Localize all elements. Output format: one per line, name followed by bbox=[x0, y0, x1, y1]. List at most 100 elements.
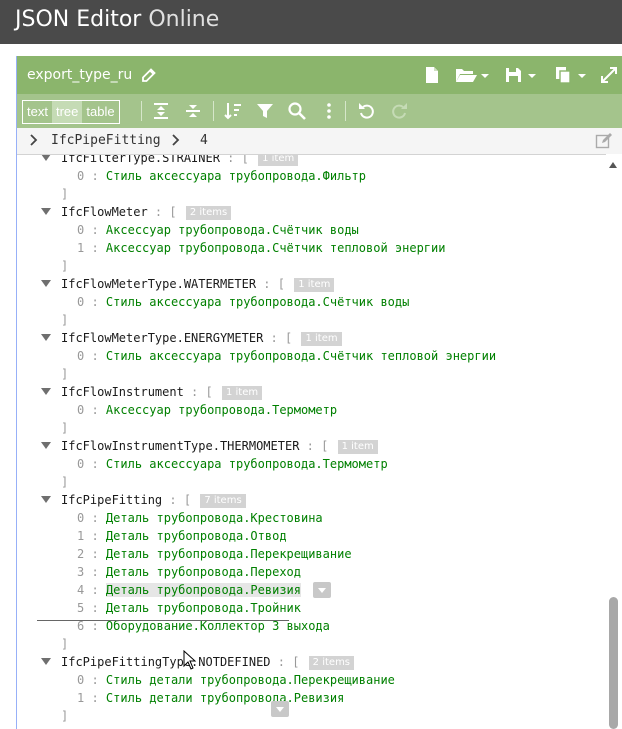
open-bracket: [ bbox=[277, 277, 285, 291]
key-separator: : bbox=[84, 457, 106, 471]
mode-switcher: text tree table bbox=[22, 100, 120, 124]
fullscreen-icon[interactable] bbox=[601, 66, 617, 84]
tree-array-item[interactable]: 5 : Деталь трубопровода.Тройник bbox=[77, 599, 301, 617]
string-value[interactable]: Стиль детали трубопровода.Ревизия bbox=[106, 691, 344, 705]
string-value[interactable]: Аксессуар трубопровода.Термометр bbox=[106, 403, 337, 417]
string-value[interactable]: Деталь трубопровода.Перекрещивание bbox=[106, 547, 352, 561]
rename-pencil-icon[interactable] bbox=[141, 67, 157, 83]
string-value[interactable]: Деталь трубопровода.Тройник bbox=[106, 601, 301, 615]
string-value[interactable]: Деталь трубопровода.Крестовина bbox=[106, 511, 323, 525]
tree-array-item[interactable]: 0 : Стиль детали трубопровода.Перекрещив… bbox=[77, 671, 395, 689]
more-vertical-icon[interactable] bbox=[319, 101, 339, 121]
tree-node-row[interactable]: IfcPipeFitting : [ 7 items bbox=[41, 491, 246, 509]
tree-node-row[interactable]: IfcFlowInstrument : [ 1 item bbox=[41, 383, 263, 401]
redo-icon[interactable] bbox=[389, 101, 409, 121]
tree-node-row[interactable]: IfcFlowMeter : [ 2 items bbox=[41, 203, 232, 221]
tree-node-row[interactable]: IfcFlowMeterType.WATERMETER : [ 1 item bbox=[41, 275, 335, 293]
toolbar-separator bbox=[213, 101, 214, 121]
chevron-right-icon[interactable] bbox=[29, 133, 39, 147]
tree-array-item[interactable]: 4 : Деталь трубопровода.Ревизия bbox=[77, 581, 331, 599]
nav-path-segment[interactable]: 4 bbox=[200, 133, 208, 148]
tree-array-item[interactable]: 1 : Аксессуар трубопровода.Счётчик тепло… bbox=[77, 239, 445, 257]
mode-tree[interactable]: tree bbox=[51, 101, 83, 123]
tree-array-item[interactable]: 0 : Стиль аксессуара трубопровода.Фильтр bbox=[77, 167, 366, 185]
string-value[interactable]: Аксессуар трубопровода.Счётчик тепловой … bbox=[106, 241, 446, 255]
expand-toggle-icon[interactable] bbox=[41, 496, 51, 503]
tree-node-row[interactable]: IfcFlowMeterType.ENERGYMETER : [ 1 item bbox=[41, 329, 342, 347]
mode-text[interactable]: text bbox=[23, 101, 52, 123]
scroll-up-arrow-icon[interactable] bbox=[609, 162, 617, 168]
close-bracket: ] bbox=[61, 421, 69, 435]
string-value[interactable]: Деталь трубопровода.Переход bbox=[106, 565, 301, 579]
open-bracket: [ bbox=[169, 205, 177, 219]
key-separator: : bbox=[84, 691, 106, 705]
tree-node-row[interactable]: IfcFlowInstrumentType.THERMOMETER : [ 1 … bbox=[41, 437, 378, 455]
field-key[interactable]: IfcFlowMeterType.ENERGYMETER bbox=[61, 331, 263, 345]
new-document-icon[interactable] bbox=[425, 66, 439, 84]
field-key[interactable]: IfcFlowInstrument bbox=[61, 385, 184, 399]
key-separator: : bbox=[147, 205, 170, 219]
expand-toggle-icon[interactable] bbox=[41, 658, 51, 665]
tree-array-item[interactable]: 1 : Стиль детали трубопровода.Ревизия bbox=[77, 689, 344, 707]
tree-node-row[interactable]: IfcFilterType.STRAINER : [ 1 item bbox=[41, 155, 299, 167]
document-name[interactable]: export_type_ru bbox=[27, 67, 132, 83]
search-icon[interactable] bbox=[287, 101, 307, 121]
expand-toggle-icon[interactable] bbox=[41, 334, 51, 341]
string-value[interactable]: Деталь трубопровода.Отвод bbox=[106, 529, 287, 543]
field-key[interactable]: IfcFlowMeterType.WATERMETER bbox=[61, 277, 256, 291]
field-key[interactable]: IfcFlowMeter bbox=[61, 205, 148, 219]
tree-array-item[interactable]: 0 : Аксессуар трубопровода.Счётчик воды bbox=[77, 221, 359, 239]
tree-node-content: IfcFlowMeterType.WATERMETER : [ 1 item bbox=[61, 277, 335, 292]
key-separator: : bbox=[84, 583, 106, 597]
string-value[interactable]: Стиль аксессуара трубопровода.Счётчик те… bbox=[106, 349, 496, 363]
string-value[interactable]: Стиль аксессуара трубопровода.Счётчик во… bbox=[106, 295, 409, 309]
string-value[interactable]: Стиль аксессуара трубопровода.Фильтр bbox=[106, 169, 366, 183]
save-icon[interactable] bbox=[505, 66, 537, 84]
item-count-badge: 2 items bbox=[185, 206, 232, 220]
item-count-badge: 1 item bbox=[337, 440, 378, 454]
field-key[interactable]: IfcFlowInstrumentType.THERMOMETER bbox=[61, 439, 299, 453]
nav-path-segment[interactable]: IfcPipeFitting bbox=[51, 133, 161, 148]
tree-array-item[interactable]: 0 : Деталь трубопровода.Крестовина bbox=[77, 509, 323, 527]
tree-node-row[interactable]: IfcPipeFittingType.NOTDEFINED : [ 2 item… bbox=[41, 653, 355, 671]
string-value[interactable]: Оборудование.Коллектор 3 выхода bbox=[106, 619, 330, 633]
expand-toggle-icon[interactable] bbox=[41, 442, 51, 449]
tree-array-item[interactable]: 2 : Деталь трубопровода.Перекрещивание bbox=[77, 545, 352, 563]
context-menu-button[interactable] bbox=[313, 582, 331, 598]
expand-toggle-icon[interactable] bbox=[41, 388, 51, 395]
tree-array-item[interactable]: 0 : Стиль аксессуара трубопровода.Счётчи… bbox=[77, 293, 409, 311]
chevron-right-icon[interactable] bbox=[171, 133, 181, 147]
tree-array-item[interactable]: 0 : Аксессуар трубопровода.Термометр bbox=[77, 401, 337, 419]
app-title-strong: JSON Editor bbox=[15, 7, 142, 32]
edit-path-icon[interactable] bbox=[595, 132, 613, 150]
vertical-scrollbar-thumb[interactable] bbox=[609, 597, 618, 729]
expand-toggle-icon[interactable] bbox=[41, 208, 51, 215]
key-separator: : bbox=[270, 655, 293, 669]
open-bracket: [ bbox=[183, 493, 192, 507]
expand-toggle-icon[interactable] bbox=[41, 155, 51, 161]
tree-array-item[interactable]: 1 : Деталь трубопровода.Отвод bbox=[77, 527, 287, 545]
field-key[interactable]: IfcPipeFittingType.NOTDEFINED bbox=[61, 655, 271, 669]
tree-array-item[interactable]: 3 : Деталь трубопровода.Переход bbox=[77, 563, 301, 581]
copy-icon[interactable] bbox=[555, 66, 587, 84]
mode-table[interactable]: table bbox=[82, 101, 118, 123]
string-value[interactable]: Аксессуар трубопровода.Счётчик воды bbox=[106, 223, 359, 237]
filter-icon[interactable] bbox=[255, 101, 275, 121]
field-key[interactable]: IfcFilterType.STRAINER bbox=[61, 155, 220, 165]
open-folder-icon[interactable] bbox=[455, 66, 489, 84]
string-value[interactable]: Стиль детали трубопровода.Перекрещивание bbox=[106, 673, 395, 687]
string-value[interactable]: Деталь трубопровода.Ревизия bbox=[105, 583, 301, 597]
tree-node-content: IfcFlowInstrumentType.THERMOMETER : [ 1 … bbox=[61, 439, 378, 454]
string-value[interactable]: Стиль аксессуара трубопровода.Термометр bbox=[106, 457, 388, 471]
tree-array-item[interactable]: 0 : Стиль аксессуара трубопровода.Термом… bbox=[77, 455, 388, 473]
sort-icon[interactable] bbox=[223, 101, 243, 121]
tree-array-item[interactable]: 0 : Стиль аксессуара трубопровода.Счётчи… bbox=[77, 347, 496, 365]
tree-node-content: IfcPipeFittingType.NOTDEFINED : [ 2 item… bbox=[61, 655, 355, 670]
expand-toggle-icon[interactable] bbox=[41, 280, 51, 287]
field-key[interactable]: IfcPipeFitting bbox=[61, 493, 162, 507]
key-separator: : bbox=[299, 439, 322, 453]
collapse-all-icon[interactable] bbox=[183, 101, 203, 121]
expand-all-icon[interactable] bbox=[151, 101, 171, 121]
undo-icon[interactable] bbox=[357, 101, 377, 121]
context-menu-button[interactable] bbox=[271, 701, 289, 717]
